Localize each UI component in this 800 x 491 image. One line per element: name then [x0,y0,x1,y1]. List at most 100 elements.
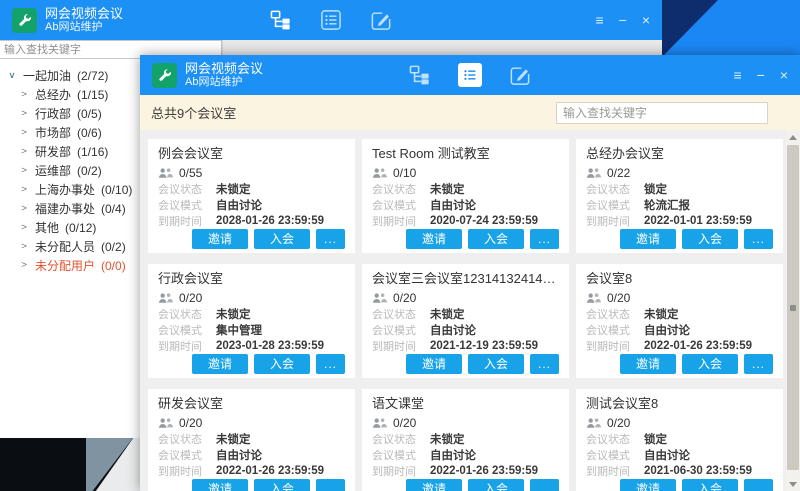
invite-button[interactable]: 邀请 [192,354,248,374]
front-titlebar: 网会视频会议 Ab网站维护 ≡ − × [140,55,800,95]
status-label: 会议状态 [586,306,644,322]
join-button[interactable]: 入会 [468,354,524,374]
room-expire-row: 到期时间 2022-01-26 23:59:59 [372,463,559,479]
invite-button[interactable]: 邀请 [406,479,462,491]
room-name: 例会会议室 [158,144,345,164]
mode-label: 会议模式 [372,322,430,338]
room-actions: 邀请 入会 ... [158,479,345,491]
room-actions: 邀请 入会 ... [158,354,345,374]
status-value: 未锁定 [644,306,679,322]
room-name: 总经办会议室 [586,144,773,164]
expire-label: 到期时间 [372,213,430,229]
org-tree-icon[interactable] [408,63,432,87]
status-value: 未锁定 [430,306,465,322]
scroll-up-arrow-icon[interactable] [786,130,800,144]
expire-label: 到期时间 [158,338,216,354]
join-button[interactable]: 入会 [468,229,524,249]
room-status-row: 会议状态 未锁定 [586,306,773,322]
expire-label: 到期时间 [158,463,216,479]
scrollbar-thumb[interactable] [787,145,799,470]
invite-button[interactable]: 邀请 [192,479,248,491]
invite-button[interactable]: 邀请 [620,354,676,374]
invite-button[interactable]: 邀请 [620,479,676,491]
room-capacity-row: 0/55 [158,164,345,181]
more-button[interactable]: ... [744,229,773,249]
more-button[interactable]: ... [530,354,559,374]
people-icon [158,167,173,179]
app-titles: 网会视频会议 Ab网站维护 [185,61,263,90]
minimize-icon[interactable]: − [757,68,765,82]
room-capacity-row: 0/20 [586,414,773,431]
room-list-icon[interactable] [319,8,343,32]
room-actions: 邀请 入会 ... [586,479,773,491]
join-button[interactable]: 入会 [682,354,738,374]
compose-icon[interactable] [369,8,393,32]
mode-value: 自由讨论 [430,197,476,213]
compose-icon[interactable] [508,63,532,87]
room-name: Test Room 测试教室 [372,144,559,164]
app-title: 网会视频会议 [185,61,263,77]
room-card: 会议室8 0/20 会议状态 未锁定 会议模式 自由讨论 到期时间 2022-0… [576,264,783,378]
room-expire-row: 到期时间 2028-01-26 23:59:59 [158,213,345,229]
room-list-icon[interactable] [458,63,482,87]
room-mode-row: 会议模式 轮流汇报 [586,197,773,213]
room-status-row: 会议状态 锁定 [586,181,773,197]
caret-icon: > [19,128,29,138]
people-icon [586,417,601,429]
invite-button[interactable]: 邀请 [406,354,462,374]
room-count-text: 总共9个会议室 [151,103,236,122]
tree-item-count: (0/4) [101,202,126,216]
mode-label: 会议模式 [586,447,644,463]
caret-icon: > [19,166,29,176]
more-button[interactable]: ... [530,479,559,491]
join-button[interactable]: 入会 [468,479,524,491]
expire-value: 2022-01-01 23:59:59 [644,215,752,227]
more-button[interactable]: ... [530,229,559,249]
menu-icon[interactable]: ≡ [733,68,741,82]
mode-label: 会议模式 [158,447,216,463]
invite-button[interactable]: 邀请 [406,229,462,249]
caret-icon: > [19,185,29,195]
caret-icon: > [19,223,29,233]
room-card: Test Room 测试教室 0/10 会议状态 未锁定 会议模式 自由讨论 到… [362,139,569,253]
tree-item-label: 未分配用户 [35,257,95,274]
room-mode-row: 会议模式 集中管理 [158,322,345,338]
room-name: 语文课堂 [372,394,559,414]
room-card: 例会会议室 0/55 会议状态 未锁定 会议模式 自由讨论 到期时间 2028-… [148,139,355,253]
app-badge [12,8,37,33]
room-expire-row: 到期时间 2021-12-19 23:59:59 [372,338,559,354]
more-button[interactable]: ... [744,354,773,374]
close-icon[interactable]: × [780,68,788,82]
join-button[interactable]: 入会 [682,229,738,249]
menu-icon[interactable]: ≡ [595,13,603,27]
room-expire-row: 到期时间 2022-01-01 23:59:59 [586,213,773,229]
room-expire-row: 到期时间 2021-06-30 23:59:59 [586,463,773,479]
vertical-scrollbar[interactable] [786,130,800,491]
join-button[interactable]: 入会 [254,229,310,249]
tree-item-label: 一起加油 [23,67,71,84]
people-icon [372,292,387,304]
expire-label: 到期时间 [586,213,644,229]
more-button[interactable]: ... [316,479,345,491]
org-tree-icon[interactable] [269,8,293,32]
invite-button[interactable]: 邀请 [192,229,248,249]
tree-item-label: 行政部 [35,105,71,122]
join-button[interactable]: 入会 [682,479,738,491]
app-titles: 网会视频会议 Ab网站维护 [45,6,123,35]
more-button[interactable]: ... [316,229,345,249]
minimize-icon[interactable]: − [619,13,627,27]
caret-icon: > [19,242,29,252]
room-expire-row: 到期时间 2022-01-26 23:59:59 [158,463,345,479]
tree-item-count: (1/15) [77,88,108,102]
join-button[interactable]: 入会 [254,479,310,491]
join-button[interactable]: 入会 [254,354,310,374]
close-icon[interactable]: × [642,13,650,27]
room-expire-row: 到期时间 2022-01-26 23:59:59 [586,338,773,354]
more-button[interactable]: ... [316,354,345,374]
room-name: 行政会议室 [158,269,345,289]
scroll-down-arrow-icon[interactable] [786,477,800,491]
invite-button[interactable]: 邀请 [620,229,676,249]
more-button[interactable]: ... [744,479,773,491]
mode-value: 轮流汇报 [644,197,690,213]
room-search-input[interactable] [556,102,768,124]
